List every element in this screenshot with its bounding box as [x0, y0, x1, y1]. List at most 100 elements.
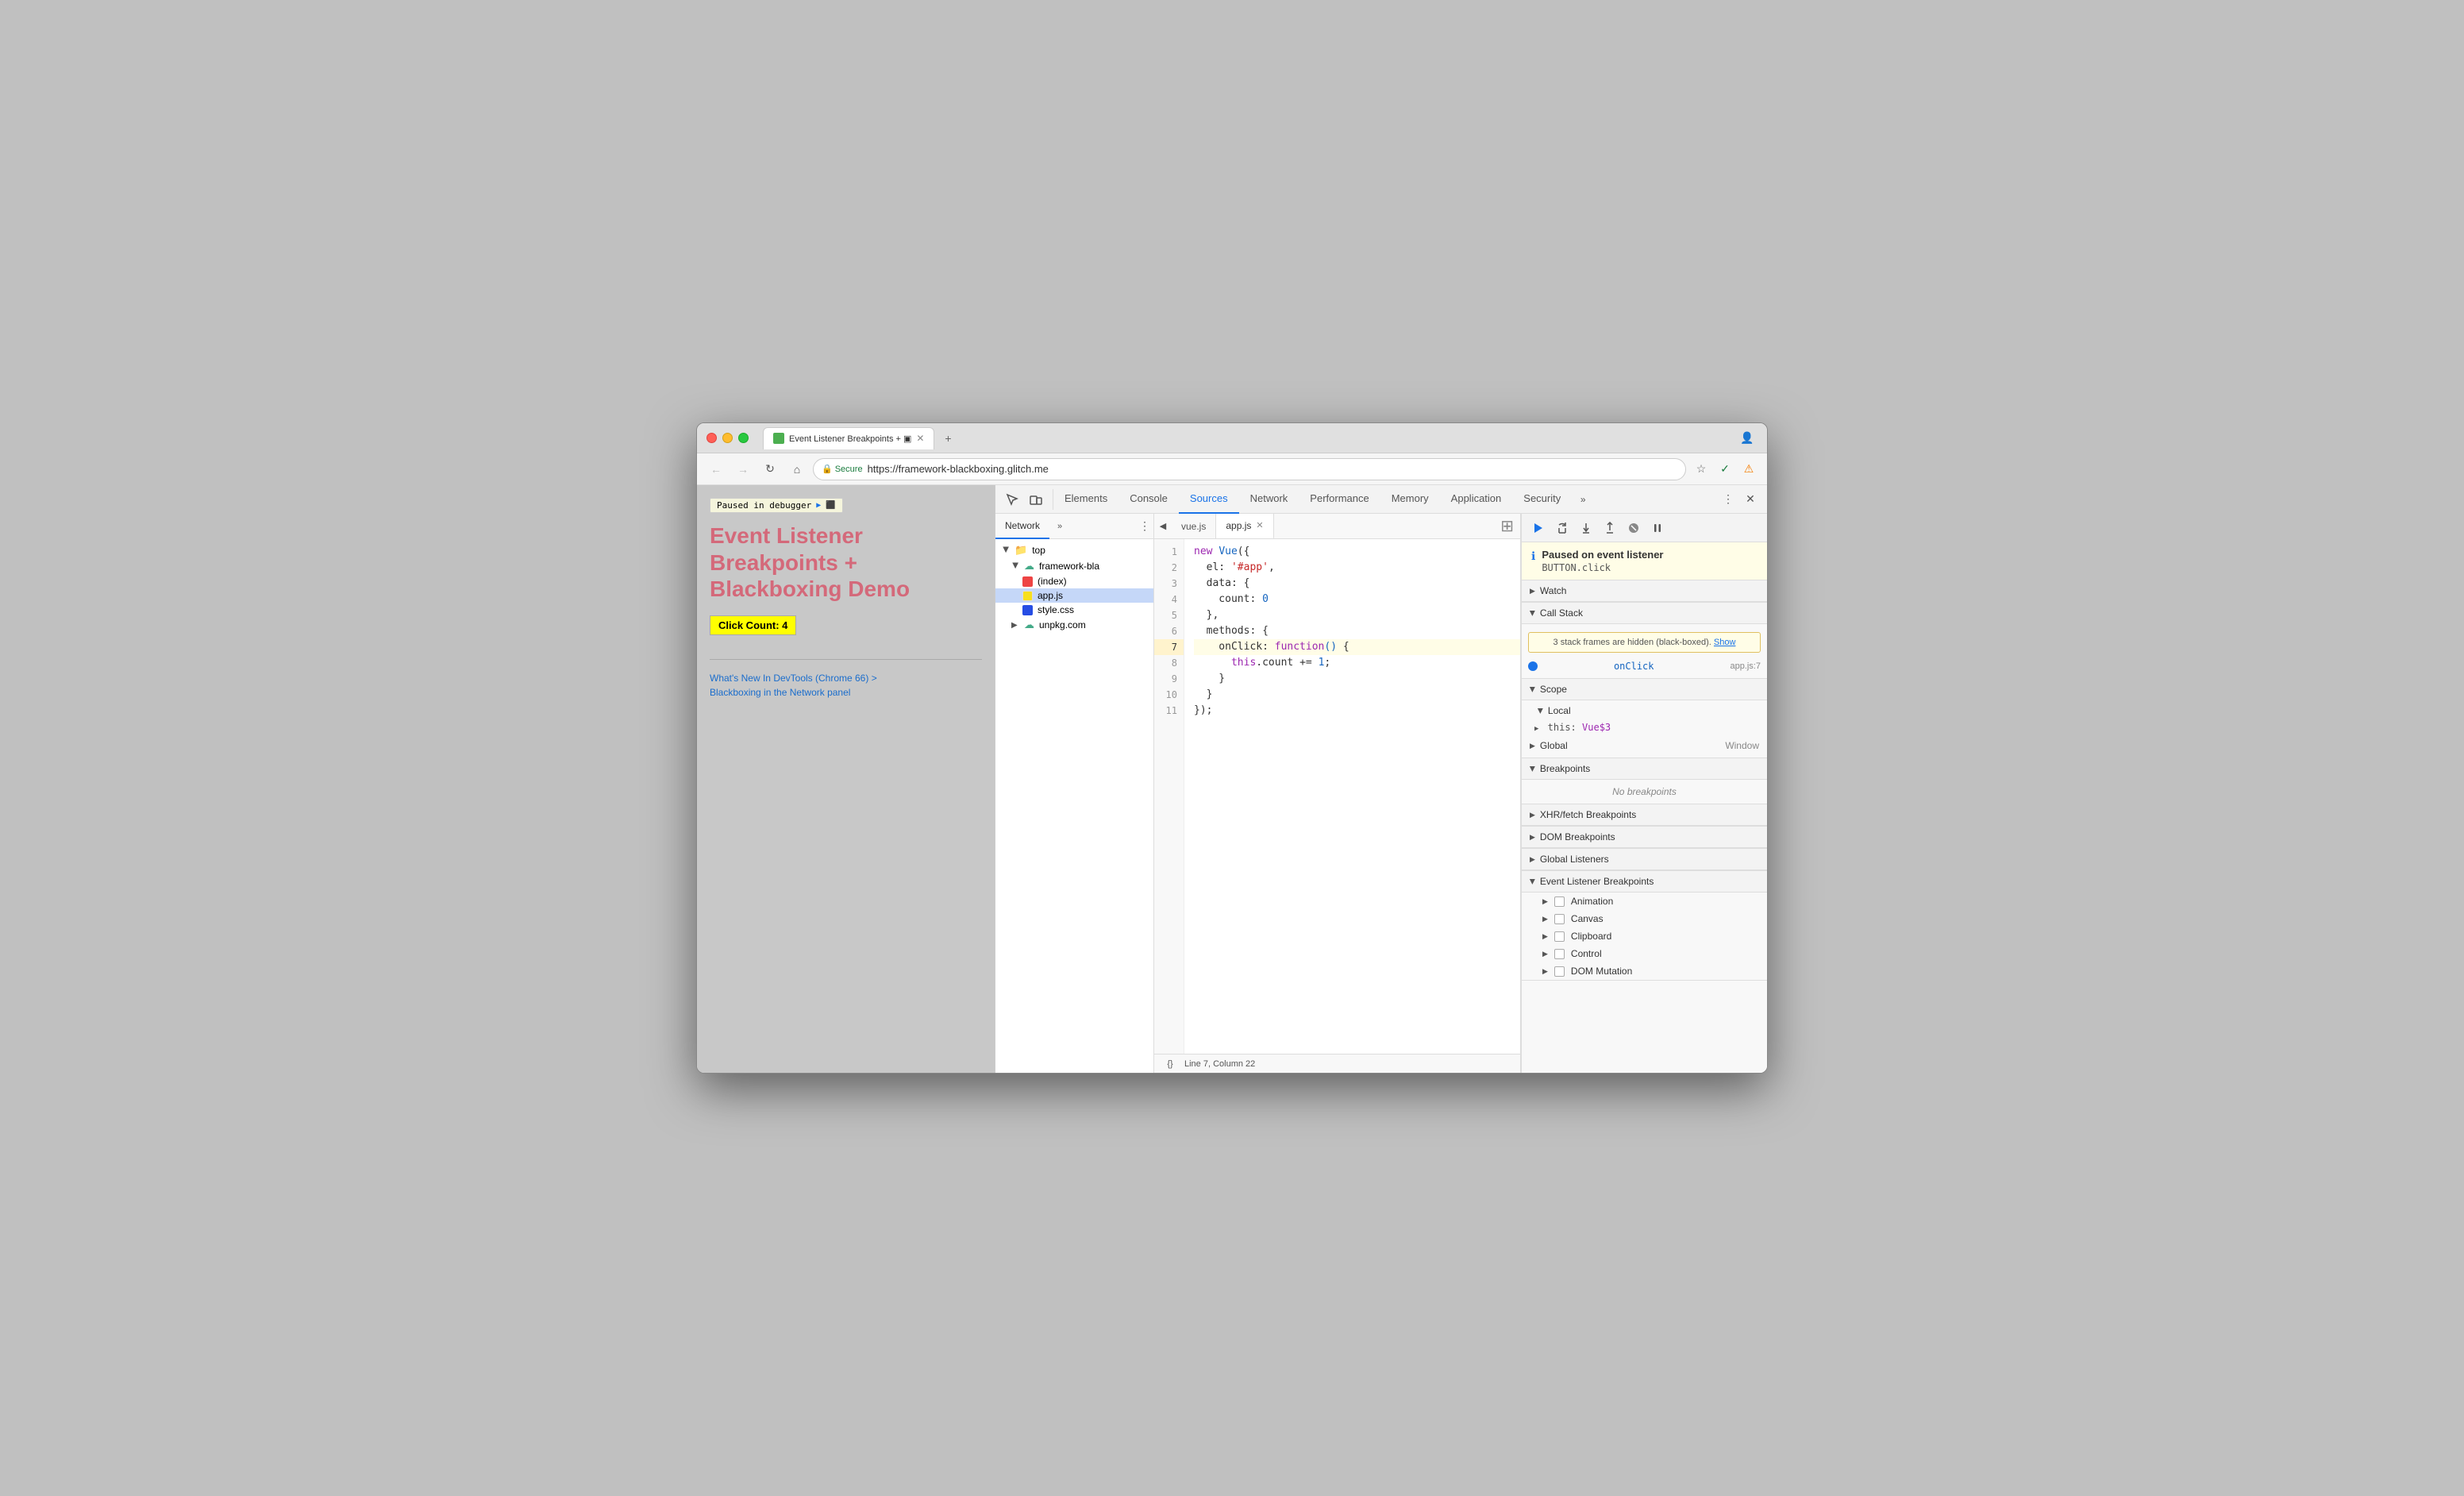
tab-close-button[interactable]: ✕ [916, 433, 924, 444]
home-button[interactable]: ⌂ [786, 458, 808, 480]
debug-controls [1522, 514, 1767, 542]
tree-item-unpkg[interactable]: ▶ ☁ unpkg.com [995, 617, 1153, 633]
devtools-link[interactable]: What's New In DevTools (Chrome 66) > [710, 673, 982, 684]
tree-arrow-top: ▶ [1002, 546, 1011, 554]
el-item-control[interactable]: ▶ Control [1522, 945, 1767, 962]
step-over-button[interactable] [1552, 518, 1573, 538]
minimize-button[interactable] [722, 433, 733, 443]
breakpoints-header[interactable]: ▶ Breakpoints [1522, 758, 1767, 780]
address-actions: ☆ ✓ ⚠ [1691, 459, 1759, 480]
el-item-animation[interactable]: ▶ Animation [1522, 893, 1767, 910]
call-stack-title: Call Stack [1540, 607, 1583, 619]
debugger-record-icon[interactable]: ⬛ [826, 501, 835, 510]
tree-item-appjs[interactable]: app.js [995, 588, 1153, 603]
tab-memory[interactable]: Memory [1380, 485, 1440, 514]
format-code-button[interactable]: {} [1162, 1056, 1178, 1072]
sources-toolbar-menu[interactable]: ⋮ [1136, 518, 1153, 535]
tree-item-index[interactable]: (index) [995, 574, 1153, 588]
tree-item-framework[interactable]: ▶ ☁ framework-bla [995, 558, 1153, 574]
call-stack-header[interactable]: ▶ Call Stack [1522, 603, 1767, 624]
step-into-button[interactable] [1576, 518, 1596, 538]
cloud-icon-unpkg: ☁ [1024, 619, 1034, 631]
extension-button1[interactable]: ✓ [1715, 459, 1735, 480]
paused-title: Paused on event listener [1542, 549, 1663, 561]
blackboxing-link[interactable]: Blackboxing in the Network panel [710, 687, 982, 698]
code-area[interactable]: 1 2 3 4 5 6 7 8 9 10 11 [1154, 539, 1520, 1054]
debugger-play-icon[interactable]: ▶ [816, 501, 821, 510]
resume-button[interactable] [1528, 518, 1549, 538]
call-stack-arrow: ▶ [1528, 611, 1537, 616]
global-listeners-section: ▶ Global Listeners [1522, 849, 1767, 871]
file-tree: ▶ 📁 top ▶ ☁ framework-bla [995, 539, 1153, 1073]
step-out-button[interactable] [1600, 518, 1620, 538]
el-item-clipboard[interactable]: ▶ Clipboard [1522, 927, 1767, 945]
tab-security[interactable]: Security [1512, 485, 1572, 514]
code-line-9: } [1194, 671, 1520, 687]
inspect-element-icon[interactable] [1002, 489, 1022, 510]
tree-item-top[interactable]: ▶ 📁 top [995, 542, 1153, 558]
bookmark-button[interactable]: ☆ [1691, 459, 1711, 480]
more-tabs-button[interactable]: » [1572, 485, 1594, 514]
refresh-button[interactable]: ↻ [759, 458, 781, 480]
device-toolbar-icon[interactable] [1026, 489, 1046, 510]
control-checkbox[interactable] [1554, 949, 1565, 959]
editor-tab-vuejs[interactable]: vue.js [1172, 514, 1216, 539]
call-stack-onclick[interactable]: onClick app.js:7 [1522, 657, 1767, 675]
forward-button[interactable]: → [732, 458, 754, 480]
animation-checkbox[interactable] [1554, 896, 1565, 907]
canvas-checkbox[interactable] [1554, 914, 1565, 924]
clipboard-checkbox[interactable] [1554, 931, 1565, 942]
editor-tab-appjs[interactable]: app.js ✕ [1216, 514, 1273, 539]
sources-more-tabs[interactable]: » [1049, 522, 1070, 531]
close-button[interactable] [706, 433, 717, 443]
close-tab-appjs[interactable]: ✕ [1256, 520, 1263, 530]
scope-this-item[interactable]: ▶ this: Vue$3 [1522, 719, 1767, 735]
page-divider [710, 659, 982, 660]
dom-mutation-checkbox[interactable] [1554, 966, 1565, 977]
profile-icon[interactable]: 👤 [1737, 428, 1758, 449]
devtools-close-button[interactable]: ✕ [1740, 489, 1761, 510]
dom-breakpoints-header[interactable]: ▶ DOM Breakpoints [1522, 827, 1767, 848]
browser-tab[interactable]: Event Listener Breakpoints + ▣ ✕ [763, 427, 934, 449]
xhr-header[interactable]: ▶ XHR/fetch Breakpoints [1522, 804, 1767, 826]
sources-network-tab[interactable]: Network [995, 514, 1049, 539]
el-item-dom-mutation[interactable]: ▶ DOM Mutation [1522, 962, 1767, 980]
blackbox-show-link[interactable]: Show [1714, 638, 1736, 647]
local-header[interactable]: ▶ Local [1522, 702, 1767, 719]
tab-network[interactable]: Network [1239, 485, 1299, 514]
editor-tab-prev[interactable]: ◀ [1154, 514, 1172, 539]
global-row[interactable]: ▶ Global Window [1522, 735, 1767, 756]
watch-header[interactable]: ▶ Watch [1522, 580, 1767, 602]
scope-header[interactable]: ▶ Scope [1522, 679, 1767, 700]
deactivate-breakpoints-button[interactable] [1623, 518, 1644, 538]
scope-this-key: this: [1548, 722, 1582, 733]
devtools-panel: Elements Console Sources Network Perform… [995, 485, 1767, 1073]
breakpoints-title: Breakpoints [1540, 763, 1590, 774]
tab-application[interactable]: Application [1440, 485, 1513, 514]
file-icon-index [1022, 576, 1033, 587]
el-breakpoints-title: Event Listener Breakpoints [1540, 876, 1654, 887]
back-button[interactable]: ← [705, 458, 727, 480]
new-tab-button[interactable]: + [937, 428, 958, 449]
devtools-menu-button[interactable]: ⋮ [1718, 489, 1738, 510]
tab-sources[interactable]: Sources [1179, 485, 1239, 514]
no-breakpoints-text: No breakpoints [1522, 780, 1767, 804]
url-bar[interactable]: 🔒 Secure https://framework-blackboxing.g… [813, 458, 1686, 480]
tab-elements[interactable]: Elements [1053, 485, 1118, 514]
global-listeners-header[interactable]: ▶ Global Listeners [1522, 849, 1767, 870]
maximize-button[interactable] [738, 433, 749, 443]
line-num-11: 11 [1154, 703, 1184, 719]
editor-format-button[interactable]: ⊞ [1500, 516, 1520, 536]
el-item-canvas[interactable]: ▶ Canvas [1522, 910, 1767, 927]
tree-item-stylecss[interactable]: style.css [995, 603, 1153, 617]
watch-title: Watch [1540, 585, 1567, 596]
breakpoints-arrow: ▶ [1528, 766, 1537, 772]
event-listener-breakpoints-header[interactable]: ▶ Event Listener Breakpoints [1522, 871, 1767, 893]
click-count-button[interactable]: Click Count: 4 [710, 615, 796, 635]
pause-on-exception-button[interactable] [1647, 518, 1668, 538]
tab-performance[interactable]: Performance [1299, 485, 1380, 514]
tree-label-appjs: app.js [1038, 590, 1063, 601]
extension-button2[interactable]: ⚠ [1738, 459, 1759, 480]
code-line-3: data: { [1194, 576, 1520, 592]
tab-console[interactable]: Console [1118, 485, 1179, 514]
